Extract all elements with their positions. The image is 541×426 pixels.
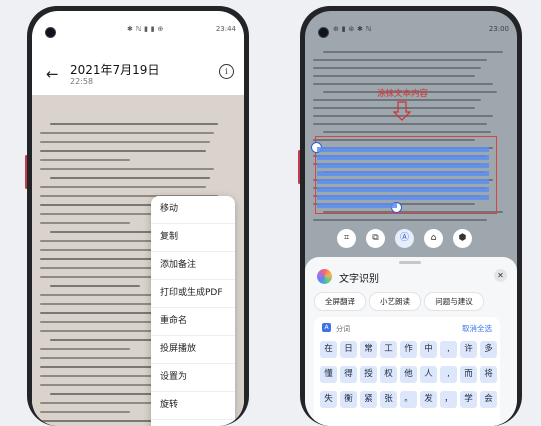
page-subtitle-time: 22:58: [70, 77, 94, 86]
status-icons: ⊕ ▮ ⊛ ✱ ℕ: [333, 25, 372, 33]
text-recognize-tool-icon[interactable]: Ⓐ: [395, 229, 414, 248]
document-text-line: [50, 123, 218, 125]
menu-item-print-pdf[interactable]: 打印或生成PDF: [151, 280, 235, 308]
document-text-line: [313, 83, 493, 85]
document-text-line: [40, 150, 206, 152]
segment-label: 分词: [336, 325, 350, 333]
highlighted-text-line: [317, 203, 397, 208]
left-phone: ✱ ℕ ▮ ▮ ⊕ 23:44 ← 2021年7月19日 22:58 i 移动 …: [27, 6, 249, 426]
cancel-select-all-button[interactable]: 取消全选: [462, 323, 492, 334]
recognized-char-cell[interactable]: 而: [460, 366, 477, 383]
highlighted-text-line: [317, 147, 489, 152]
highlighted-text-line: [317, 179, 489, 184]
document-text-line: [313, 75, 475, 77]
recognized-char-cell[interactable]: 日: [340, 341, 357, 358]
document-text-line: [313, 123, 487, 125]
page-title: 2021年7月19日: [70, 63, 160, 77]
status-time: 23:00: [488, 25, 509, 33]
document-text-line: [313, 219, 487, 221]
menu-item-copy[interactable]: 复制: [151, 224, 235, 252]
menu-item-rename[interactable]: 重命名: [151, 308, 235, 336]
camera-hole: [318, 27, 329, 38]
down-arrow-icon: [393, 101, 411, 121]
highlighted-text-line: [317, 171, 489, 176]
info-icon[interactable]: i: [219, 64, 234, 79]
recognized-char-cell[interactable]: 授: [360, 366, 377, 383]
document-text-line: [40, 132, 214, 134]
chip-read-aloud[interactable]: 小艺朗读: [369, 292, 421, 311]
menu-item-cast[interactable]: 投屏播放: [151, 336, 235, 364]
recognized-char-cell[interactable]: 在: [320, 341, 337, 358]
left-phone-screen: ✱ ℕ ▮ ▮ ⊕ 23:44 ← 2021年7月19日 22:58 i 移动 …: [32, 11, 244, 426]
ai-logo-icon: [317, 269, 332, 284]
recognized-char-cell[interactable]: 人: [420, 366, 437, 383]
document-text-line: [40, 186, 206, 188]
menu-item-move[interactable]: 移动: [151, 196, 235, 224]
back-arrow-icon[interactable]: ←: [46, 65, 59, 83]
scan-tool-icon[interactable]: ⌗: [337, 229, 356, 248]
highlighted-text-line: [317, 195, 489, 200]
chip-fullscreen-translate[interactable]: 全屏翻译: [314, 292, 366, 311]
status-icons: ✱ ℕ ▮ ▮ ⊕: [127, 25, 164, 33]
panel-grab-handle[interactable]: [399, 261, 421, 264]
smear-text-annotation: 涂抹文本内容: [377, 89, 429, 99]
shop-tool-icon[interactable]: ⌂: [424, 229, 443, 248]
close-icon[interactable]: ✕: [494, 269, 507, 282]
copy-tool-icon[interactable]: ⧉: [366, 229, 385, 248]
menu-item-set-as[interactable]: 设置为: [151, 364, 235, 392]
recognized-char-cell[interactable]: ,: [440, 341, 457, 358]
recognized-char-cell[interactable]: 将: [480, 366, 497, 383]
highlighted-text-line: [317, 163, 489, 168]
app-header: ← 2021年7月19日 22:58 i: [32, 47, 244, 95]
document-text-line: [313, 59, 487, 61]
camera-hole: [45, 27, 56, 38]
document-text-line: [313, 67, 481, 69]
document-text-line: [40, 141, 210, 143]
highlighted-text-line: [317, 187, 489, 192]
document-text-line: [323, 51, 503, 53]
recognized-char-cell[interactable]: 权: [380, 366, 397, 383]
recognized-char-cell[interactable]: 懂: [320, 366, 337, 383]
right-phone-screen: ⊕ ▮ ⊛ ✱ ℕ 23:00 涂抹文本内容 ⌗ ⧉ Ⓐ ⌂ ⬢ 文字识别 ✕ …: [305, 11, 517, 426]
text-recognition-panel: 文字识别 ✕ 全屏翻译 小艺朗读 问题与建议 A 分词 取消全选 在日常工作中,…: [305, 257, 517, 426]
right-phone: ⊕ ▮ ⊛ ✱ ℕ 23:00 涂抹文本内容 ⌗ ⧉ Ⓐ ⌂ ⬢ 文字识别 ✕ …: [300, 6, 522, 426]
recognized-char-cell[interactable]: 工: [380, 341, 397, 358]
status-time: 23:44: [215, 25, 236, 33]
chip-feedback[interactable]: 问题与建议: [424, 292, 484, 311]
segment-icon: A: [322, 323, 331, 332]
menu-item-add-note[interactable]: 添加备注: [151, 252, 235, 280]
document-text-line: [323, 131, 491, 133]
segmentation-card: A 分词 取消全选 在日常工作中, 许多懂得授权他人, 而将失衡紧张。发，学会: [314, 317, 500, 426]
recognized-char-cell[interactable]: 多: [480, 341, 497, 358]
recognized-char-cell[interactable]: 常: [360, 341, 377, 358]
document-text-line: [50, 177, 210, 179]
tool-bar: ⌗ ⧉ Ⓐ ⌂ ⬢: [305, 225, 517, 257]
menu-item-rotate[interactable]: 旋转: [151, 392, 235, 420]
document-text-line: [40, 348, 130, 350]
document-text-line: [40, 222, 130, 224]
recognized-char-cell[interactable]: 得: [340, 366, 357, 383]
document-text-line: [50, 285, 140, 287]
recognized-char-cell[interactable]: 作: [400, 341, 417, 358]
document-text-line: [40, 159, 130, 161]
context-menu: 移动 复制 添加备注 打印或生成PDF 重命名 投屏播放 设置为 旋转: [151, 196, 235, 426]
recognized-char-cell[interactable]: 许: [460, 341, 477, 358]
recognized-char-cell[interactable]: ,: [440, 366, 457, 383]
highlighted-text-line: [317, 155, 489, 160]
object-tool-icon[interactable]: ⬢: [453, 229, 472, 248]
document-text-line: [40, 168, 214, 170]
recognized-char-cell[interactable]: 他: [400, 366, 417, 383]
document-text-line: [40, 411, 130, 413]
panel-title: 文字识别: [339, 274, 379, 285]
recognized-char-cell[interactable]: 中: [420, 341, 437, 358]
